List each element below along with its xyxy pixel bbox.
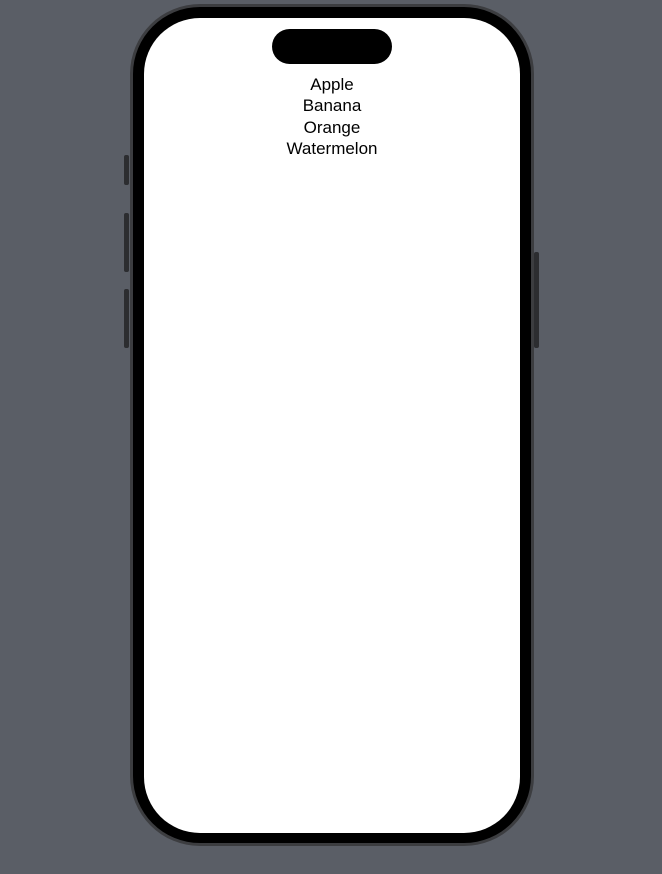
volume-up-button[interactable] bbox=[124, 213, 129, 272]
screen: Apple Banana Orange Watermelon bbox=[144, 18, 520, 833]
fruit-list: Apple Banana Orange Watermelon bbox=[144, 74, 520, 160]
volume-down-button[interactable] bbox=[124, 289, 129, 348]
list-item: Apple bbox=[310, 75, 354, 94]
power-button[interactable] bbox=[534, 252, 539, 348]
list-item: Watermelon bbox=[286, 139, 378, 159]
action-button[interactable] bbox=[124, 155, 129, 185]
dynamic-island bbox=[272, 29, 392, 64]
list-item: Orange bbox=[303, 117, 361, 137]
list-item: Banana bbox=[302, 96, 362, 116]
